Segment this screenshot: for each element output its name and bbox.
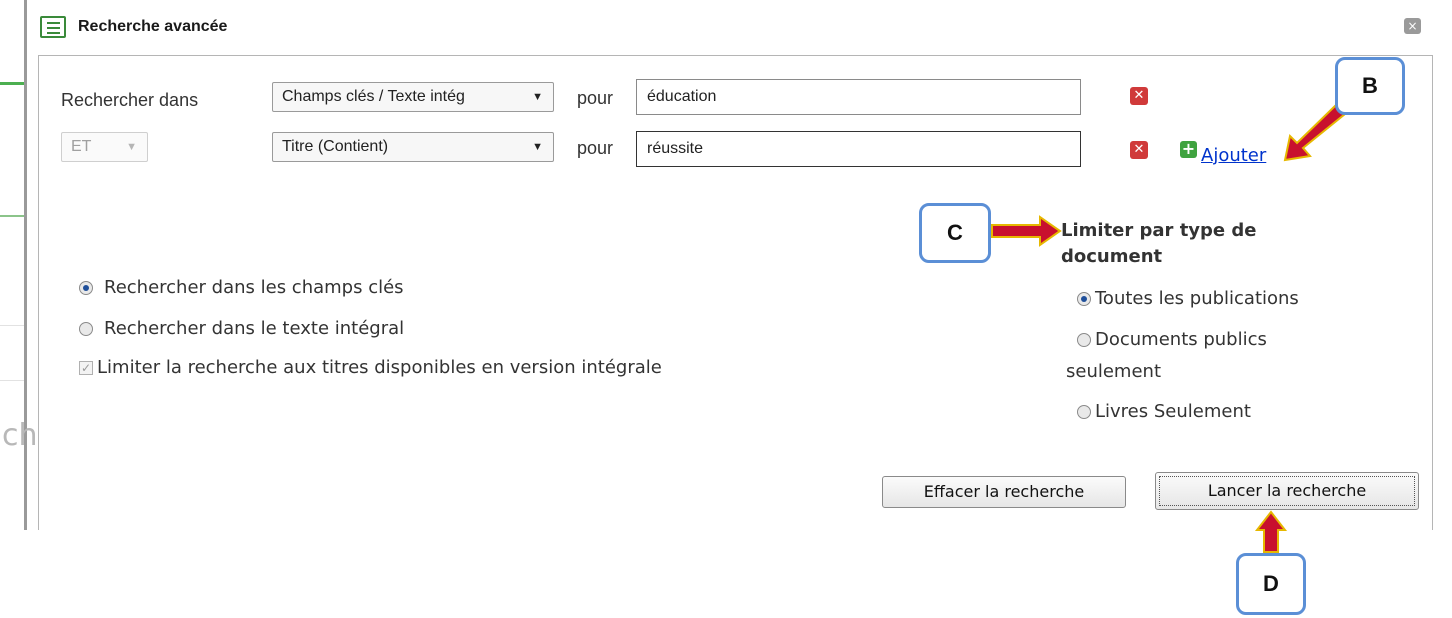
callout-b-arrow [1283, 104, 1347, 162]
annotation-arrows [991, 104, 1347, 553]
callout-b: B [1335, 57, 1405, 115]
callout-c: C [919, 203, 991, 263]
callout-d-arrow [1254, 510, 1288, 553]
callout-d: D [1236, 553, 1306, 615]
callout-c-arrow [991, 215, 1062, 247]
